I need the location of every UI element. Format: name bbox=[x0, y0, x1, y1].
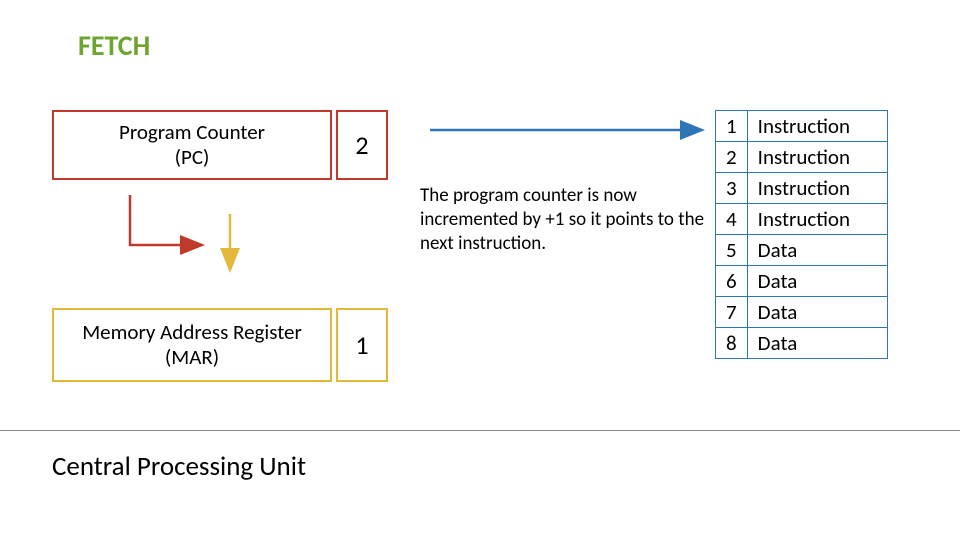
memory-row: 5Data bbox=[716, 235, 888, 266]
memory-content: Data bbox=[747, 328, 887, 359]
memory-row: 6Data bbox=[716, 266, 888, 297]
memory-content: Data bbox=[747, 266, 887, 297]
program-counter-value: 2 bbox=[336, 110, 388, 180]
explanation-text: The program counter is now incremented b… bbox=[420, 184, 720, 255]
memory-content: Data bbox=[747, 297, 887, 328]
program-counter-label: Program Counter (PC) bbox=[119, 120, 265, 170]
divider-line bbox=[0, 430, 960, 431]
memory-address: 2 bbox=[716, 142, 748, 173]
memory-row: 8Data bbox=[716, 328, 888, 359]
memory-table-body: 1Instruction2Instruction3Instruction4Ins… bbox=[716, 111, 888, 359]
memory-address: 8 bbox=[716, 328, 748, 359]
memory-content: Instruction bbox=[747, 142, 887, 173]
phase-title: FETCH bbox=[78, 28, 150, 63]
memory-row: 7Data bbox=[716, 297, 888, 328]
memory-content: Instruction bbox=[747, 173, 887, 204]
memory-address: 4 bbox=[716, 204, 748, 235]
memory-address: 1 bbox=[716, 111, 748, 142]
memory-content: Instruction bbox=[747, 204, 887, 235]
memory-row: 1Instruction bbox=[716, 111, 888, 142]
memory-table: 1Instruction2Instruction3Instruction4Ins… bbox=[715, 110, 888, 359]
cpu-label: Central Processing Unit bbox=[52, 450, 306, 483]
memory-content: Data bbox=[747, 235, 887, 266]
memory-row: 2Instruction bbox=[716, 142, 888, 173]
memory-row: 4Instruction bbox=[716, 204, 888, 235]
memory-address: 7 bbox=[716, 297, 748, 328]
memory-address: 3 bbox=[716, 173, 748, 204]
memory-address: 5 bbox=[716, 235, 748, 266]
memory-address-register-label: Memory Address Register (MAR) bbox=[82, 320, 302, 370]
program-counter-box: Program Counter (PC) bbox=[52, 110, 332, 180]
memory-address-register-value: 1 bbox=[336, 308, 388, 382]
memory-row: 3Instruction bbox=[716, 173, 888, 204]
memory-address: 6 bbox=[716, 266, 748, 297]
memory-address-register-box: Memory Address Register (MAR) bbox=[52, 308, 332, 382]
arrow-pc-to-mar-red bbox=[130, 195, 200, 245]
memory-content: Instruction bbox=[747, 111, 887, 142]
